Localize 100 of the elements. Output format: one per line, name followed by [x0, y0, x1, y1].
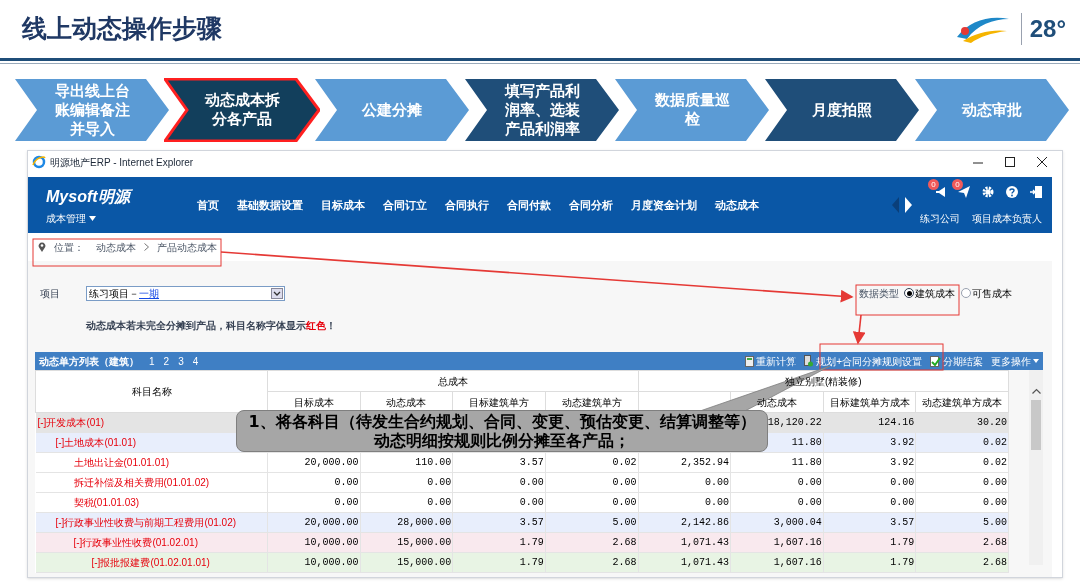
close-icon[interactable] — [1036, 156, 1048, 168]
table-cell: 2.68 — [983, 557, 1008, 568]
slide-title: 线上动态操作步骤 — [22, 13, 222, 46]
toolbar-button[interactable]: 重新计算 — [756, 353, 797, 369]
brand-logo: Mysoft明源 — [46, 185, 188, 209]
radio-label[interactable]: 可售成本 — [972, 285, 1012, 301]
module-menu[interactable]: 成本管理 — [46, 211, 86, 226]
table-cell: 11.80 — [791, 437, 822, 448]
toolbar-button[interactable]: 规划+合同分摊规则设置 — [816, 353, 922, 369]
table-cell: 11.80 — [791, 457, 822, 468]
table-cell: 1,607.16 — [773, 537, 822, 548]
table-cell: 15,000.00 — [397, 537, 452, 548]
project-select[interactable]: 练习项目－一期 — [86, 285, 285, 301]
breadcrumb-link[interactable]: 产品动态成本 — [157, 239, 217, 255]
caret-icon[interactable] — [1033, 359, 1039, 363]
table-cell: 1.79 — [519, 537, 544, 548]
nav-item[interactable]: 基础数据设置 — [228, 196, 312, 214]
radio-label[interactable]: 建筑成本 — [915, 285, 955, 301]
nav-item[interactable]: 合同订立 — [374, 196, 436, 214]
expand-toggle[interactable]: [-] — [91, 555, 101, 570]
table-cell: 0.00 — [890, 477, 915, 488]
page-link[interactable]: 2 — [163, 353, 170, 369]
table-cell: 0.02 — [612, 457, 637, 468]
table-cell: 0.00 — [519, 477, 544, 488]
scroll-up-icon[interactable] — [1031, 388, 1041, 394]
expand-toggle[interactable]: [-] — [37, 415, 47, 430]
page-link[interactable]: 4 — [192, 353, 199, 369]
logo-text: 28° — [1029, 14, 1066, 44]
nav-item[interactable]: 动态成本 — [706, 196, 768, 214]
nav-item[interactable]: 目标成本 — [312, 196, 374, 214]
table-cell: 15,000.00 — [397, 557, 452, 568]
radio-button[interactable] — [904, 288, 914, 298]
expand-toggle[interactable]: [-] — [73, 535, 83, 550]
expand-toggle[interactable]: [-] — [55, 515, 65, 530]
row-name: 土地出让金(01.01.01) — [73, 456, 170, 470]
chevron-right-icon — [144, 243, 149, 251]
table-cell: 0.00 — [519, 497, 544, 508]
page-link[interactable]: 3 — [178, 353, 184, 369]
radio-button[interactable] — [961, 288, 971, 298]
table-cell: 0.02 — [983, 457, 1008, 468]
column-header: 动态建筑单方 — [561, 396, 622, 408]
toolbar-button[interactable]: 更多操作 — [991, 353, 1031, 369]
table-cell: 0.00 — [705, 497, 730, 508]
calculator-icon[interactable] — [745, 355, 755, 367]
row-name: 报批报建费(01.02.01.01) — [100, 556, 210, 570]
nav-item[interactable]: 合同分析 — [560, 196, 622, 214]
process-step[interactable]: 动态成本拆分各产品 — [164, 78, 320, 142]
dropdown-icon[interactable] — [271, 287, 283, 299]
table-cell: 110.00 — [415, 457, 452, 468]
column-header: 动态成本 — [386, 396, 427, 408]
company-link[interactable]: 练习公司 — [920, 211, 960, 226]
table-cell: 1.79 — [890, 537, 915, 548]
check-document-icon[interactable] — [930, 355, 941, 367]
maximize-icon[interactable] — [1004, 156, 1016, 168]
toolbar-button[interactable]: 分期结案 — [943, 353, 983, 369]
expand-toggle[interactable]: [-] — [55, 435, 65, 450]
table-cell: 0.00 — [890, 497, 915, 508]
page-link[interactable]: 1 — [149, 353, 155, 369]
table-cell: 18,120.22 — [767, 417, 822, 428]
table-cell: 0.00 — [983, 497, 1008, 508]
row-name: 土地成本(01.01) — [64, 436, 137, 450]
row-name: 行政事业性收费与前期工程费用(01.02) — [64, 516, 237, 530]
table-cell: 1,071.43 — [681, 557, 730, 568]
nav-item[interactable]: 月度资金计划 — [622, 196, 706, 214]
row-name: 开发成本(01) — [46, 416, 105, 430]
scroll-right-icon[interactable] — [905, 197, 912, 213]
scrollbar[interactable] — [1029, 370, 1043, 565]
logout-icon[interactable] — [1030, 186, 1042, 198]
column-header: 动态建筑单方成本 — [922, 396, 1003, 408]
table-cell: 0.00 — [612, 477, 637, 488]
nav-item[interactable]: 首页 — [188, 196, 228, 214]
nav-item[interactable]: 合同付款 — [498, 196, 560, 214]
megaphone-icon[interactable] — [934, 186, 946, 198]
nav-item[interactable]: 合同执行 — [436, 196, 498, 214]
table-cell: 124.16 — [878, 417, 915, 428]
scroll-thumb[interactable] — [1031, 400, 1041, 450]
arrow — [852, 314, 866, 345]
table-cell: 28,000.00 — [397, 517, 452, 528]
table-cell: 10,000.00 — [304, 557, 359, 568]
process-step[interactable]: 月度拍照 — [764, 78, 920, 142]
column-header: 动态成本 — [756, 396, 797, 408]
table-cell: 20,000.00 — [304, 457, 359, 468]
table-cell: 5.00 — [983, 517, 1008, 528]
table-cell: 20,000.00 — [304, 517, 359, 528]
breadcrumb-label: 位置： — [54, 240, 84, 255]
send-icon[interactable] — [958, 186, 970, 198]
table-cell: 0.00 — [797, 497, 822, 508]
settings-icon[interactable] — [982, 186, 994, 198]
table-cell: 0.00 — [427, 497, 452, 508]
caret-icon[interactable] — [89, 216, 96, 221]
user-role[interactable]: 项目成本负责人 — [972, 211, 1042, 226]
browser-icon — [32, 155, 46, 169]
process-step[interactable]: 填写产品利润率、选装产品利润率 — [464, 78, 620, 142]
table-cell: 1,071.43 — [681, 537, 730, 548]
table-cell: 0.00 — [612, 497, 637, 508]
breadcrumb-link[interactable]: 动态成本 — [96, 239, 136, 255]
help-icon[interactable] — [1006, 186, 1018, 198]
table-cell: 0.00 — [334, 477, 359, 488]
table-cell: 2.68 — [612, 557, 637, 568]
document-icon[interactable] — [804, 355, 815, 367]
